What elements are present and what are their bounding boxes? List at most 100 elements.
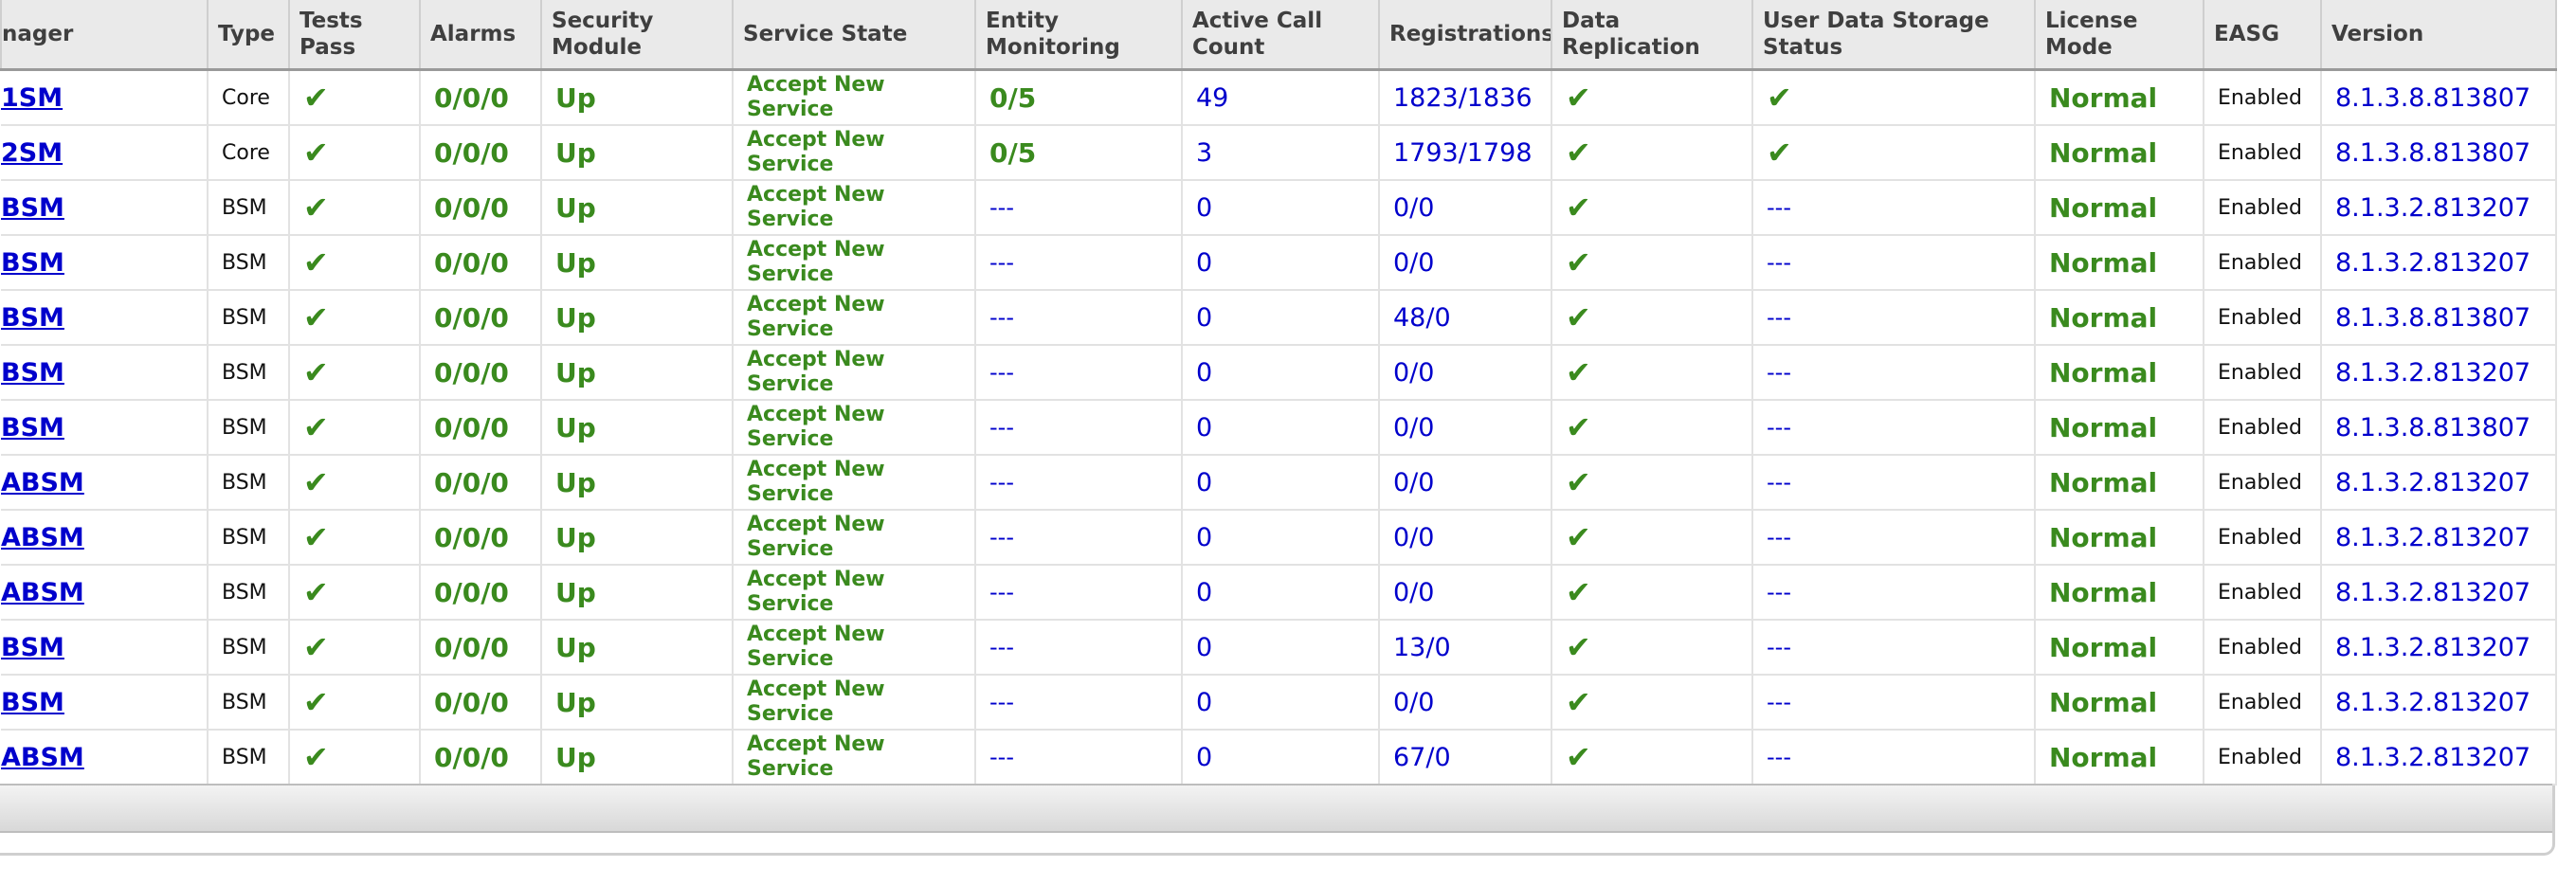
service-state-value[interactable]: Accept New Service: [747, 238, 889, 287]
active-call-count-link[interactable]: 3: [1196, 138, 1212, 168]
entity-monitoring-link[interactable]: 0/5: [989, 82, 1036, 114]
entity-monitoring-link[interactable]: ---: [989, 304, 1014, 331]
data-replication-check-icon[interactable]: ✔: [1566, 299, 1591, 335]
entity-monitoring-link[interactable]: ---: [989, 414, 1014, 441]
service-state-value[interactable]: Accept New Service: [747, 183, 889, 232]
alarms-link[interactable]: 0/0/0: [434, 632, 509, 663]
security-module-status[interactable]: Up: [555, 192, 596, 224]
registrations-link[interactable]: 0/0: [1393, 523, 1434, 552]
session-manager-link[interactable]: 2SM: [1, 138, 63, 168]
horizontal-scrollbar[interactable]: [0, 784, 2552, 833]
session-manager-link[interactable]: 1SM: [1, 83, 63, 113]
col-header-version[interactable]: Version: [2320, 0, 2557, 71]
active-call-count-link[interactable]: 49: [1196, 83, 1228, 113]
tests-pass-check-icon[interactable]: ✔: [303, 190, 329, 226]
active-call-count-link[interactable]: 0: [1196, 413, 1212, 442]
user-data-storage-status[interactable]: ---: [1767, 634, 1791, 660]
entity-monitoring-link[interactable]: ---: [989, 634, 1014, 660]
session-manager-link[interactable]: BSM: [1, 193, 64, 223]
version-link[interactable]: 8.1.3.2.813207: [2335, 248, 2531, 278]
col-header-type[interactable]: Type: [207, 0, 290, 71]
col-header-registrations[interactable]: Registrations: [1378, 0, 1552, 71]
registrations-link[interactable]: 0/0: [1393, 193, 1434, 223]
registrations-link[interactable]: 1823/1836: [1393, 83, 1533, 113]
entity-monitoring-link[interactable]: ---: [989, 579, 1014, 605]
data-replication-check-icon[interactable]: ✔: [1566, 629, 1591, 665]
active-call-count-link[interactable]: 0: [1196, 358, 1212, 388]
entity-monitoring-link[interactable]: 0/5: [989, 137, 1036, 169]
active-call-count-link[interactable]: 0: [1196, 523, 1212, 552]
tests-pass-check-icon[interactable]: ✔: [303, 739, 329, 775]
data-replication-check-icon[interactable]: ✔: [1566, 519, 1591, 555]
user-data-storage-status[interactable]: ✔: [1767, 80, 1792, 116]
session-manager-link[interactable]: BSM: [1, 413, 64, 442]
active-call-count-link[interactable]: 0: [1196, 248, 1212, 278]
col-header-easg[interactable]: EASG: [2203, 0, 2322, 71]
session-manager-link[interactable]: BSM: [1, 358, 64, 388]
registrations-link[interactable]: 0/0: [1393, 688, 1434, 717]
version-link[interactable]: 8.1.3.8.813807: [2335, 303, 2531, 333]
version-link[interactable]: 8.1.3.2.813207: [2335, 193, 2531, 223]
entity-monitoring-link[interactable]: ---: [989, 469, 1014, 496]
version-link[interactable]: 8.1.3.2.813207: [2335, 743, 2531, 772]
security-module-status[interactable]: Up: [555, 357, 596, 388]
registrations-link[interactable]: 67/0: [1393, 743, 1451, 772]
session-manager-link[interactable]: ABSM: [1, 468, 84, 497]
user-data-storage-status[interactable]: ---: [1767, 194, 1791, 221]
service-state-value[interactable]: Accept New Service: [747, 677, 889, 727]
alarms-link[interactable]: 0/0/0: [434, 412, 509, 443]
tests-pass-check-icon[interactable]: ✔: [303, 409, 329, 445]
col-header-data-replication[interactable]: Data Replication: [1551, 0, 1753, 71]
service-state-value[interactable]: Accept New Service: [747, 623, 889, 672]
session-manager-link[interactable]: ABSM: [1, 578, 84, 607]
user-data-storage-status[interactable]: ---: [1767, 304, 1791, 331]
col-header-alarms[interactable]: Alarms: [419, 0, 542, 71]
active-call-count-link[interactable]: 0: [1196, 468, 1212, 497]
alarms-link[interactable]: 0/0/0: [434, 577, 509, 608]
entity-monitoring-link[interactable]: ---: [989, 524, 1014, 551]
security-module-status[interactable]: Up: [555, 632, 596, 663]
tests-pass-check-icon[interactable]: ✔: [303, 519, 329, 555]
user-data-storage-status[interactable]: ---: [1767, 359, 1791, 386]
security-module-status[interactable]: Up: [555, 137, 596, 169]
security-module-status[interactable]: Up: [555, 522, 596, 553]
active-call-count-link[interactable]: 0: [1196, 193, 1212, 223]
session-manager-link[interactable]: BSM: [1, 633, 64, 662]
col-header-entity-monitoring[interactable]: Entity Monitoring: [974, 0, 1183, 71]
user-data-storage-status[interactable]: ---: [1767, 414, 1791, 441]
user-data-storage-status[interactable]: ✔: [1767, 135, 1792, 171]
security-module-status[interactable]: Up: [555, 467, 596, 498]
data-replication-check-icon[interactable]: ✔: [1566, 739, 1591, 775]
registrations-link[interactable]: 1793/1798: [1393, 138, 1533, 168]
version-link[interactable]: 8.1.3.2.813207: [2335, 523, 2531, 552]
registrations-link[interactable]: 0/0: [1393, 413, 1434, 442]
col-header-service-state[interactable]: Service State: [732, 0, 976, 71]
service-state-value[interactable]: Accept New Service: [747, 403, 889, 452]
alarms-link[interactable]: 0/0/0: [434, 467, 509, 498]
service-state-value[interactable]: Accept New Service: [747, 458, 889, 507]
version-link[interactable]: 8.1.3.2.813207: [2335, 468, 2531, 497]
alarms-link[interactable]: 0/0/0: [434, 247, 509, 279]
tests-pass-check-icon[interactable]: ✔: [303, 299, 329, 335]
security-module-status[interactable]: Up: [555, 577, 596, 608]
user-data-storage-status[interactable]: ---: [1767, 579, 1791, 605]
active-call-count-link[interactable]: 0: [1196, 688, 1212, 717]
alarms-link[interactable]: 0/0/0: [434, 742, 509, 773]
active-call-count-link[interactable]: 0: [1196, 633, 1212, 662]
col-header-license-mode[interactable]: License Mode: [2034, 0, 2204, 71]
version-link[interactable]: 8.1.3.2.813207: [2335, 358, 2531, 388]
data-replication-check-icon[interactable]: ✔: [1566, 574, 1591, 610]
col-header-user-data-storage[interactable]: User Data Storage Status: [1751, 0, 2036, 71]
registrations-link[interactable]: 13/0: [1393, 633, 1451, 662]
data-replication-check-icon[interactable]: ✔: [1566, 80, 1591, 116]
session-manager-link[interactable]: ABSM: [1, 743, 84, 772]
tests-pass-check-icon[interactable]: ✔: [303, 135, 329, 171]
col-header-security-module[interactable]: Security Module: [540, 0, 734, 71]
data-replication-check-icon[interactable]: ✔: [1566, 190, 1591, 226]
tests-pass-check-icon[interactable]: ✔: [303, 80, 329, 116]
registrations-link[interactable]: 0/0: [1393, 358, 1434, 388]
service-state-value[interactable]: Accept New Service: [747, 513, 889, 562]
security-module-status[interactable]: Up: [555, 742, 596, 773]
service-state-value[interactable]: Accept New Service: [747, 73, 889, 122]
entity-monitoring-link[interactable]: ---: [989, 689, 1014, 715]
